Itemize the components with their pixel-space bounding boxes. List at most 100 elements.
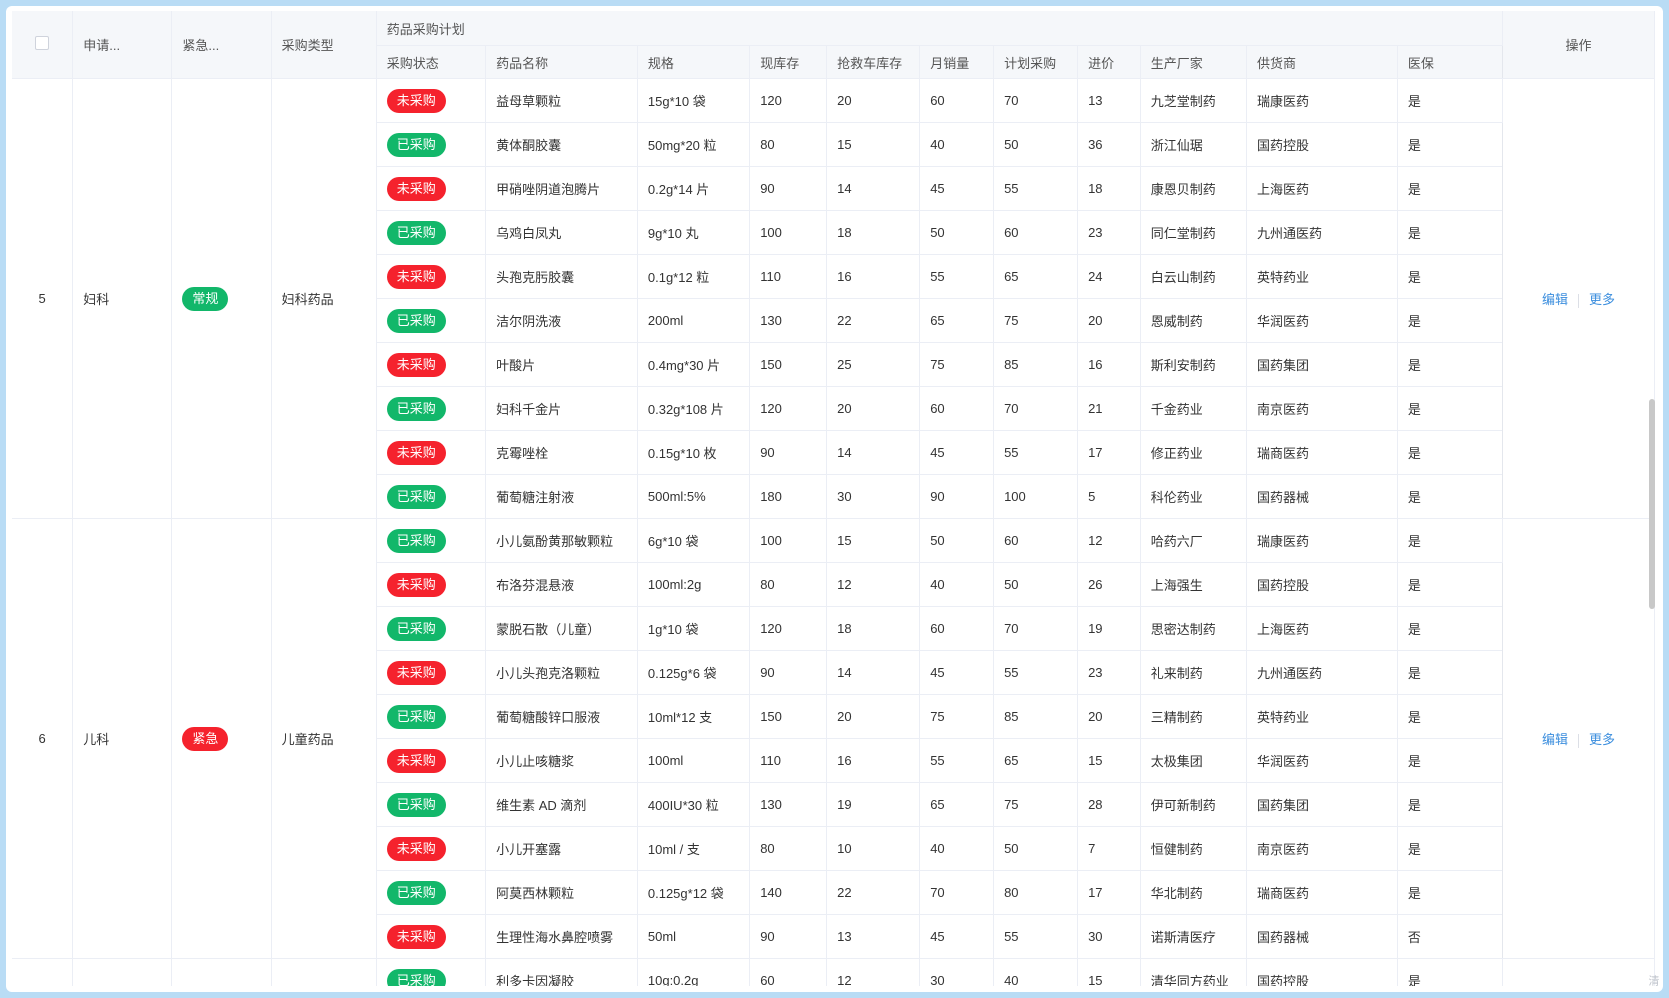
cell-price: 23 bbox=[1077, 210, 1141, 255]
action-divider bbox=[1578, 293, 1580, 308]
header-supplier[interactable]: 供货商 bbox=[1246, 45, 1398, 79]
cell-manufacturer: 太极集团 bbox=[1140, 738, 1248, 783]
cell-stock: 90 bbox=[749, 914, 828, 959]
cell-supplier: 英特药业 bbox=[1246, 254, 1398, 299]
cell-supplier: 国药集团 bbox=[1246, 782, 1398, 827]
status-badge: 未采购 bbox=[386, 572, 446, 597]
cell-status: 已采购 bbox=[376, 298, 487, 343]
more-link[interactable]: 更多 bbox=[1589, 732, 1615, 747]
cell-stock: 90 bbox=[749, 430, 828, 475]
cell-rescue-stock: 25 bbox=[826, 342, 921, 387]
header-rescue-stock[interactable]: 抢救车库存 bbox=[826, 45, 921, 79]
header-manufacturer[interactable]: 生产厂家 bbox=[1140, 45, 1248, 79]
cell-status: 未采购 bbox=[376, 914, 487, 959]
cell-stock: 120 bbox=[749, 606, 828, 651]
status-badge: 未采购 bbox=[386, 660, 446, 685]
cell-manufacturer: 思密达制药 bbox=[1140, 606, 1248, 651]
edit-link[interactable]: 编辑 bbox=[1542, 732, 1568, 747]
urgency-badge: 紧急 bbox=[182, 726, 229, 751]
cell-spec: 0.2g*14 片 bbox=[637, 166, 751, 211]
cell-drug-name: 蒙脱石散（儿童） bbox=[485, 606, 638, 651]
cell-price: 15 bbox=[1077, 738, 1141, 783]
header-status[interactable]: 采购状态 bbox=[376, 45, 487, 79]
cell-spec: 500ml:5% bbox=[637, 474, 751, 519]
header-urgency[interactable]: 紧急... bbox=[171, 11, 272, 79]
cell-manufacturer: 千金药业 bbox=[1140, 386, 1248, 431]
cell-department bbox=[72, 958, 173, 986]
cell-monthly-sales: 40 bbox=[919, 562, 995, 607]
cell-price: 5 bbox=[1077, 474, 1141, 519]
cell-price: 24 bbox=[1077, 254, 1141, 299]
cell-status: 已采购 bbox=[376, 606, 487, 651]
cell-drug-name: 布洛芬混悬液 bbox=[485, 562, 638, 607]
purchase-plan-table: 申请... 紧急... 采购类型 药品采购计划 操作 采购状态 药品名称 规格 … bbox=[12, 11, 1655, 986]
action-divider bbox=[1578, 733, 1580, 748]
header-applicant[interactable]: 申请... bbox=[72, 11, 173, 79]
cell-purchase-type: 妇科药品 bbox=[271, 78, 377, 519]
cell-spec: 0.32g*108 片 bbox=[637, 386, 751, 431]
cell-spec: 400IU*30 粒 bbox=[637, 782, 751, 827]
select-all-checkbox[interactable] bbox=[35, 36, 50, 50]
cell-drug-name: 利多卡因凝胶 bbox=[485, 958, 638, 986]
cell-stock: 120 bbox=[749, 78, 828, 123]
cell-monthly-sales: 60 bbox=[919, 78, 995, 123]
table-container: 申请... 紧急... 采购类型 药品采购计划 操作 采购状态 药品名称 规格 … bbox=[12, 11, 1655, 986]
cell-status: 未采购 bbox=[376, 430, 487, 475]
header-price[interactable]: 进价 bbox=[1077, 45, 1141, 79]
cell-stock: 150 bbox=[749, 342, 828, 387]
cell-stock: 80 bbox=[749, 562, 828, 607]
status-badge: 未采购 bbox=[386, 88, 446, 113]
cell-manufacturer: 白云山制药 bbox=[1140, 254, 1248, 299]
cell-rescue-stock: 18 bbox=[826, 210, 921, 255]
cell-urgency: 常规 bbox=[171, 78, 272, 519]
cell-price: 15 bbox=[1077, 958, 1141, 986]
header-insurance[interactable]: 医保 bbox=[1397, 45, 1504, 79]
edit-link[interactable]: 编辑 bbox=[1542, 292, 1568, 307]
header-plan-purchase[interactable]: 计划采购 bbox=[993, 45, 1079, 79]
cell-supplier: 瑞商医药 bbox=[1246, 430, 1398, 475]
cell-price: 23 bbox=[1077, 650, 1141, 695]
header-monthly-sales[interactable]: 月销量 bbox=[919, 45, 995, 79]
cell-plan-purchase: 50 bbox=[993, 826, 1079, 871]
purchase-type: 儿童药品 bbox=[281, 732, 334, 747]
cell-rescue-stock: 12 bbox=[826, 958, 921, 986]
cell-spec: 15g*10 袋 bbox=[637, 78, 751, 123]
cell-status: 未采购 bbox=[376, 78, 487, 123]
status-badge: 未采购 bbox=[386, 176, 446, 201]
header-purchase-type[interactable]: 采购类型 bbox=[271, 11, 377, 79]
table-row: 5 妇科 常规 妇科药品 未采购 益母草颗粒 15g*10 袋 120 20 60 70 13 九芝堂制… bbox=[12, 78, 1655, 519]
header-drug-name[interactable]: 药品名称 bbox=[485, 45, 638, 79]
header-spec[interactable]: 规格 bbox=[637, 45, 751, 79]
cell-drug-name: 黄体酮胶囊 bbox=[485, 122, 638, 167]
cell-supplier: 九州通医药 bbox=[1246, 650, 1398, 695]
cell-manufacturer: 三精制药 bbox=[1140, 694, 1248, 739]
cell-plan-purchase: 55 bbox=[993, 430, 1079, 475]
cell-drug-name: 生理性海水鼻腔喷雾 bbox=[485, 914, 638, 959]
cell-drug-name: 葡萄糖注射液 bbox=[485, 474, 638, 519]
cell-spec: 200ml bbox=[637, 298, 751, 343]
cell-spec: 6g*10 袋 bbox=[637, 518, 751, 563]
cell-spec: 50mg*20 粒 bbox=[637, 122, 751, 167]
cell-rescue-stock: 12 bbox=[826, 562, 921, 607]
status-badge: 已采购 bbox=[386, 528, 446, 553]
select-all-header bbox=[12, 11, 74, 79]
cell-id bbox=[12, 958, 74, 986]
cell-insurance: 是 bbox=[1397, 430, 1504, 475]
cell-monthly-sales: 45 bbox=[919, 430, 995, 475]
cell-supplier: 上海医药 bbox=[1246, 606, 1398, 651]
cell-stock: 150 bbox=[749, 694, 828, 739]
department: 儿科 bbox=[83, 732, 110, 747]
cell-drug-name: 益母草颗粒 bbox=[485, 78, 638, 123]
header-stock[interactable]: 现库存 bbox=[749, 45, 828, 79]
row-id: 6 bbox=[38, 731, 46, 746]
cell-price: 7 bbox=[1077, 826, 1141, 871]
cell-drug-name: 甲硝唑阴道泡腾片 bbox=[485, 166, 638, 211]
cell-plan-purchase: 55 bbox=[993, 650, 1079, 695]
cell-insurance: 是 bbox=[1397, 166, 1504, 211]
cell-stock: 60 bbox=[749, 958, 828, 986]
more-link[interactable]: 更多 bbox=[1589, 292, 1615, 307]
status-badge: 未采购 bbox=[386, 748, 446, 773]
cell-drug-name: 维生素 AD 滴剂 bbox=[485, 782, 638, 827]
cell-status: 已采购 bbox=[376, 386, 487, 431]
vertical-scrollbar-thumb[interactable] bbox=[1649, 399, 1655, 609]
